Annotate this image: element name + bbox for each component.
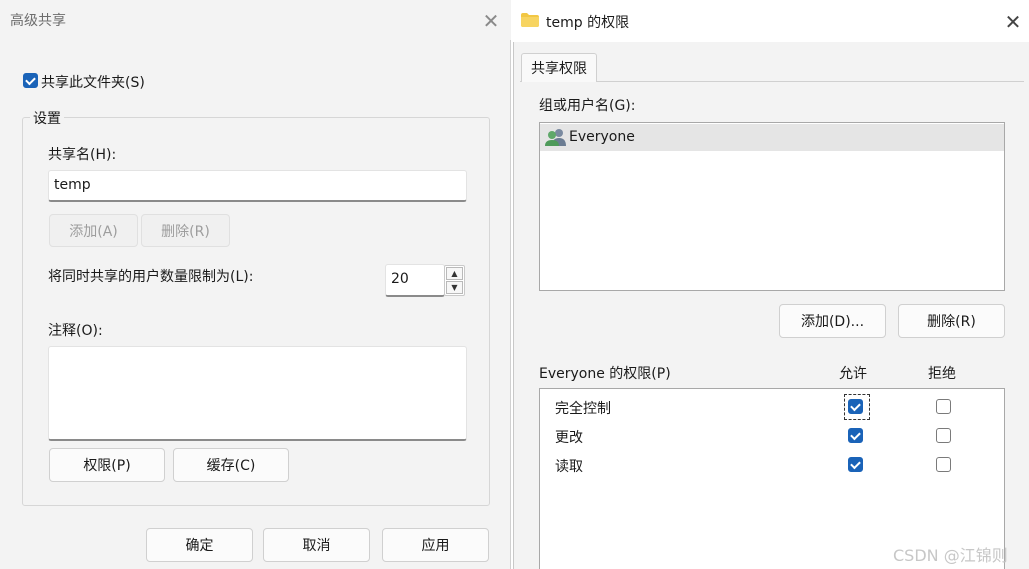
allow-checkbox[interactable] (848, 399, 863, 414)
dialog-title: 高级共享 (10, 13, 66, 29)
remove-share-button[interactable]: 删除(R) (141, 214, 230, 247)
permission-name: 完全控制 (555, 401, 611, 417)
share-folder-checkbox[interactable] (23, 73, 38, 88)
close-icon[interactable]: ✕ (476, 6, 506, 36)
ok-button[interactable]: 确定 (146, 528, 253, 562)
comment-textarea[interactable] (48, 346, 467, 441)
deny-checkbox[interactable] (936, 457, 951, 472)
remove-user-button[interactable]: 删除(R) (898, 304, 1005, 338)
cancel-button[interactable]: 取消 (263, 528, 370, 562)
user-limit-label: 将同时共享的用户数量限制为(L): (48, 269, 254, 285)
watermark: CSDN @江锦则 (893, 546, 1008, 565)
share-name-input[interactable]: temp (48, 170, 467, 202)
folder-icon (521, 13, 539, 27)
deny-column-header: 拒绝 (928, 366, 956, 382)
close-icon[interactable]: ✕ (998, 7, 1028, 37)
add-user-button[interactable]: 添加(D)... (779, 304, 886, 338)
share-folder-label[interactable]: 共享此文件夹(S) (41, 72, 145, 92)
user-limit-input[interactable]: 20 (385, 264, 445, 297)
deny-checkbox[interactable] (936, 428, 951, 443)
comment-label: 注释(O): (48, 323, 103, 339)
tab-share-permissions[interactable]: 共享权限 (521, 53, 597, 82)
user-limit-stepper[interactable]: ▲ ▼ (444, 265, 465, 296)
share-name-label: 共享名(H): (48, 147, 117, 163)
permissions-for-label: Everyone 的权限(P) (539, 366, 671, 382)
spin-down-icon[interactable]: ▼ (446, 281, 463, 294)
allow-checkbox[interactable] (848, 457, 863, 472)
advanced-sharing-titlebar (0, 0, 511, 40)
permission-name: 读取 (555, 459, 583, 475)
allow-column-header: 允许 (839, 366, 867, 382)
group-name[interactable]: Everyone (569, 129, 635, 145)
apply-button[interactable]: 应用 (382, 528, 489, 562)
deny-checkbox[interactable] (936, 399, 951, 414)
users-icon (545, 129, 566, 146)
allow-checkbox[interactable] (848, 428, 863, 443)
add-share-button[interactable]: 添加(A) (49, 214, 138, 247)
group-or-user-label: 组或用户名(G): (539, 98, 636, 114)
spin-up-icon[interactable]: ▲ (446, 267, 463, 280)
caching-button[interactable]: 缓存(C) (173, 448, 289, 482)
settings-legend: 设置 (30, 108, 64, 128)
permissions-title: temp 的权限 (546, 15, 630, 31)
permissions-button[interactable]: 权限(P) (49, 448, 165, 482)
permission-name: 更改 (555, 430, 583, 446)
